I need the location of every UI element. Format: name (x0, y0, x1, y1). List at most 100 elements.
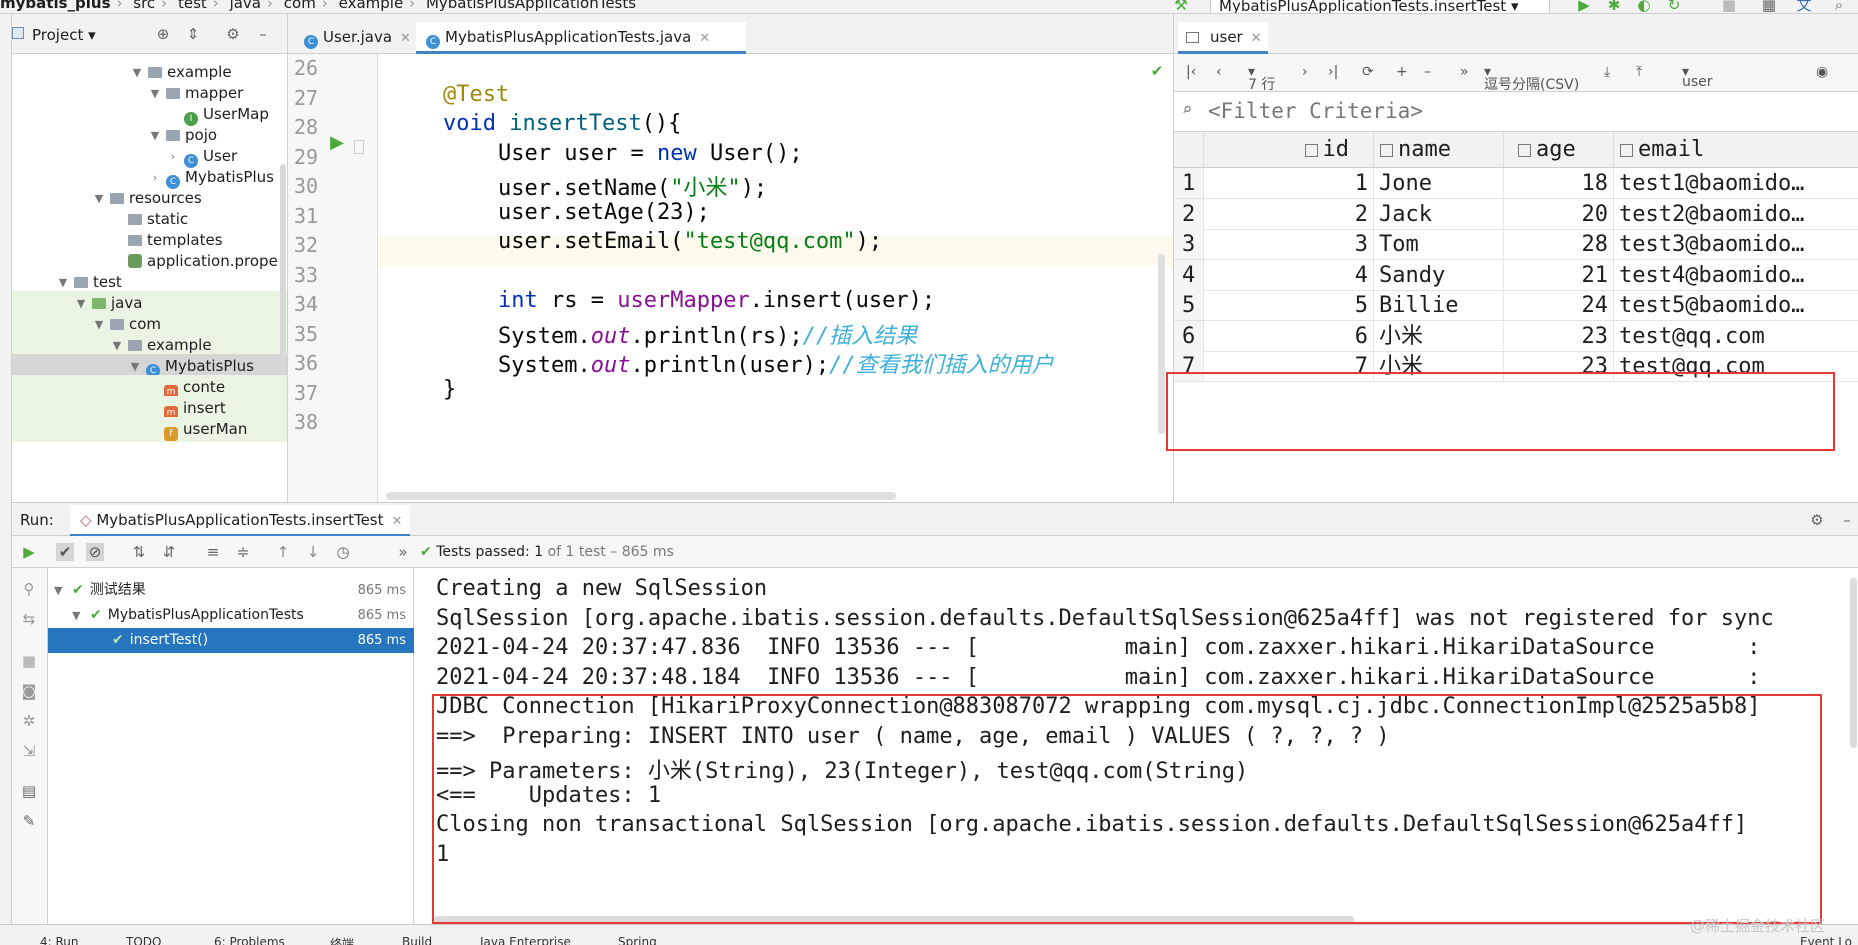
run-icon[interactable]: ▶ (1575, 0, 1593, 13)
collapse-all-icon[interactable]: ⇕ (184, 25, 202, 43)
show-ignored-icon[interactable]: ⊘ (86, 543, 104, 561)
camera-icon[interactable]: ◙ (20, 682, 38, 700)
run-configuration-select[interactable]: MybatisPlusApplicationTests.insertTest ▾ (1210, 0, 1550, 13)
breadcrumb-item[interactable]: java (230, 0, 261, 12)
grid-header-id[interactable]: id (1204, 132, 1374, 168)
sort-duration-icon[interactable]: ⇵ (160, 543, 178, 561)
tool-tab-event-log[interactable]: Event Lo (1800, 935, 1852, 945)
grid-cell-name[interactable]: Billie (1374, 290, 1504, 321)
arrow-up-icon[interactable]: ↑ (274, 543, 292, 561)
grid-cell-id[interactable]: 1 (1204, 168, 1374, 199)
breadcrumb-item[interactable]: com (284, 0, 316, 12)
project-structure-icon[interactable]: ▦ (1760, 0, 1778, 13)
tool-tab-java-enterprise[interactable]: Java Enterprise (480, 935, 571, 945)
tool-tab-build[interactable]: Build (402, 935, 432, 945)
tab-run-config[interactable]: ◇ MybatisPlusApplicationTests.insertTest… (70, 505, 410, 537)
prev-page-icon[interactable]: ‹ (1216, 64, 1222, 80)
gear-icon[interactable]: ⚙ (1808, 511, 1826, 529)
test-node[interactable]: ▼ ✔ 测试结果 865 ms (48, 578, 414, 603)
grid-cell-name[interactable]: Jone (1374, 168, 1504, 199)
debug-icon[interactable]: ✱ (1605, 0, 1623, 13)
breadcrumb-item[interactable]: test (178, 0, 207, 12)
last-page-icon[interactable]: ›| (1328, 64, 1338, 80)
first-page-icon[interactable]: |‹ (1186, 64, 1196, 80)
close-icon[interactable]: ✕ (699, 31, 710, 46)
view-icon[interactable]: ◉ (1816, 64, 1828, 80)
toggle-icon[interactable]: ⇆ (20, 610, 38, 628)
minimize-icon[interactable]: – (1838, 511, 1856, 529)
grid-cell-name[interactable]: Tom (1374, 229, 1504, 260)
grid-cell-age[interactable]: 28 (1504, 229, 1614, 260)
grid-cell-name[interactable]: Jack (1374, 198, 1504, 230)
project-view-select[interactable]: Project ▾ (26, 26, 96, 44)
grid-row-number[interactable]: 3 (1174, 229, 1204, 260)
pin-tab-icon[interactable]: ✎ (20, 812, 38, 830)
profile-icon[interactable]: ↻ (1665, 0, 1683, 13)
show-passed-icon[interactable]: ✔ (56, 543, 74, 561)
import-icon[interactable]: ⇲ (20, 742, 38, 760)
tab-user-table[interactable]: user ✕ (1178, 22, 1268, 54)
breadcrumb-item[interactable]: example (339, 0, 404, 12)
breadcrumb-item[interactable]: MybatisPlusApplicationTests (426, 0, 636, 12)
close-icon[interactable]: ✕ (392, 514, 403, 529)
grid-cell-email[interactable]: test1@baomido… (1614, 168, 1858, 199)
grid-header-age[interactable]: age (1504, 132, 1614, 168)
grid-cell-email[interactable]: test4@baomido… (1614, 260, 1858, 291)
export-icon[interactable]: ⤓ (1604, 64, 1610, 80)
tree-item[interactable]: f userMan (12, 417, 287, 442)
grid-cell-email[interactable]: test@qq.com (1614, 321, 1858, 352)
history-icon[interactable]: ◷ (334, 543, 352, 561)
stop-icon[interactable]: ■ (1720, 0, 1738, 13)
tool-tab-run[interactable]: 4: Run (40, 935, 79, 945)
collapse-all-icon[interactable]: ≑ (234, 543, 252, 561)
add-row-icon[interactable]: + (1396, 64, 1408, 80)
close-icon[interactable]: ✕ (1251, 31, 1262, 46)
test-node[interactable]: ▼ ✔ MybatisPlusApplicationTests 865 ms (48, 603, 414, 628)
grid-row-number[interactable]: 4 (1174, 259, 1204, 291)
arrow-down-icon[interactable]: ↓ (304, 543, 322, 561)
filter-input[interactable]: ⌕ <Filter Criteria> (1174, 92, 1858, 132)
close-icon[interactable]: ✕ (400, 31, 411, 46)
rows-select[interactable]: 7 行 ▾ (1248, 64, 1275, 93)
tool-tab-todo[interactable]: TODO (126, 935, 161, 945)
tab-user-java[interactable]: C User.java ✕ (294, 22, 411, 54)
grid-cell-name[interactable]: Sandy (1374, 259, 1504, 291)
console-vertical-scrollbar[interactable] (1850, 578, 1857, 748)
locate-icon[interactable]: ⊕ (154, 25, 172, 43)
delete-row-icon[interactable]: – (1424, 64, 1431, 80)
more-icon[interactable]: » (1460, 64, 1469, 80)
tool-tab-terminal[interactable]: 终端 (330, 935, 354, 945)
grid-cell-age[interactable]: 20 (1504, 198, 1614, 230)
breadcrumb-item[interactable]: mybatis_plus (0, 0, 111, 12)
editor-horizontal-scrollbar[interactable] (386, 492, 896, 500)
settings-icon[interactable]: ✲ (20, 712, 38, 730)
layout-icon[interactable]: ▤ (20, 782, 38, 800)
rerun-icon[interactable]: ▶ (20, 543, 38, 561)
grid-cell-id[interactable]: 6 (1204, 320, 1374, 352)
hammer-icon[interactable]: ⚒ (1172, 0, 1190, 13)
tool-tab-problems[interactable]: 6: Problems (214, 935, 285, 945)
next-page-icon[interactable]: › (1302, 64, 1308, 80)
grid-row-number[interactable]: 5 (1174, 290, 1204, 321)
more-icon[interactable]: » (394, 543, 412, 561)
refresh-icon[interactable]: ⟳ (1362, 64, 1374, 80)
tool-tab-spring[interactable]: Spring (618, 935, 657, 945)
pin-icon[interactable]: ⚲ (20, 580, 38, 598)
grid-cell-age[interactable]: 24 (1504, 290, 1614, 321)
project-scrollbar[interactable] (280, 164, 286, 364)
grid-row-number[interactable]: 1 (1174, 168, 1204, 199)
grid-cell-name[interactable]: 小米 (1374, 320, 1504, 352)
expand-all-icon[interactable]: ≡ (204, 543, 222, 561)
grid-cell-id[interactable]: 3 (1204, 229, 1374, 260)
grid-cell-email[interactable]: test3@baomido… (1614, 229, 1858, 260)
stop-icon[interactable]: ■ (20, 652, 38, 670)
grid-cell-age[interactable]: 23 (1504, 320, 1614, 352)
minimize-icon[interactable]: – (254, 25, 272, 43)
grid-header-name[interactable]: name (1374, 132, 1504, 168)
search-icon[interactable]: ⌕ (1830, 0, 1848, 13)
grid-row-number[interactable]: 6 (1174, 320, 1204, 352)
grid-cell-email[interactable]: test2@baomido… (1614, 199, 1858, 230)
grid-cell-age[interactable]: 21 (1504, 259, 1614, 291)
breadcrumb-item[interactable]: src (133, 0, 155, 12)
import-icon[interactable]: ⤒ (1636, 64, 1642, 80)
